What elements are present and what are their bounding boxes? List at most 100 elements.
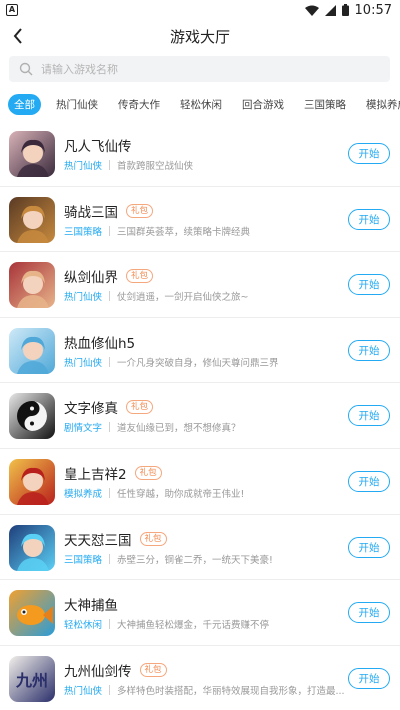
game-name: 大神捕鱼 bbox=[64, 598, 118, 615]
xian-girl-icon bbox=[9, 131, 55, 177]
game-name: 纵剑仙界 bbox=[64, 270, 118, 287]
game-name: 骑战三国 bbox=[64, 204, 118, 221]
start-button[interactable]: 开始 bbox=[348, 274, 390, 296]
gift-badge: 礼包 bbox=[126, 400, 154, 415]
gift-badge: 礼包 bbox=[126, 203, 154, 218]
gift-badge: 礼包 bbox=[126, 269, 154, 284]
game-name: 凡人飞仙传 bbox=[64, 139, 132, 155]
game-category: 模拟养成 bbox=[64, 488, 103, 500]
game-category: 热门仙侠 bbox=[64, 292, 103, 304]
tab-three-kingdoms[interactable]: 三国策略 bbox=[304, 97, 346, 112]
anime-hero-icon bbox=[9, 524, 55, 571]
tab-casual[interactable]: 轻松休闲 bbox=[180, 97, 222, 112]
game-name: 热血修仙h5 bbox=[64, 335, 136, 352]
start-button[interactable]: 开始 bbox=[348, 143, 390, 164]
start-button[interactable]: 开始 bbox=[348, 470, 390, 492]
game-row[interactable]: 热血修仙h5 热门仙侠 一介凡身突破自身，修仙天尊问鼎三界 开始 bbox=[0, 318, 400, 384]
game-description: 多样特色时装搭配，华丽特效展现自我形象，打造最... bbox=[117, 685, 345, 697]
status-time: 10:57 bbox=[354, 2, 392, 18]
game-row[interactable]: 骑战三国 礼包 三国策略 三国群英荟萃，续策略卡牌经典 开始 bbox=[0, 187, 400, 253]
start-button[interactable]: 开始 bbox=[348, 536, 390, 558]
tab-simulation[interactable]: 模拟养成 bbox=[366, 97, 400, 112]
tab-legend[interactable]: 传奇大作 bbox=[118, 97, 160, 112]
status-bar: A 10:57 bbox=[0, 0, 400, 20]
divider bbox=[109, 553, 111, 564]
chevron-left-icon bbox=[13, 28, 22, 44]
tab-hot-xianxia[interactable]: 热门仙侠 bbox=[56, 97, 98, 112]
page-title: 游戏大厅 bbox=[169, 27, 230, 46]
start-button[interactable]: 开始 bbox=[348, 602, 390, 624]
game-icon bbox=[9, 262, 55, 309]
gift-badge: 礼包 bbox=[134, 465, 162, 480]
game-icon bbox=[9, 131, 55, 177]
game-category: 热门仙侠 bbox=[64, 357, 103, 369]
game-description: 道友仙缘已到，想不想修真？ bbox=[117, 423, 241, 435]
divider bbox=[109, 225, 111, 236]
header: 游戏大厅 bbox=[0, 20, 400, 52]
game-row[interactable]: 文字修真 礼包 剧情文字 道友仙缘已到，想不想修真？ 开始 bbox=[0, 383, 400, 449]
game-row[interactable]: 皇上吉祥2 礼包 模拟养成 任性穿越，助你成就帝王伟业! 开始 bbox=[0, 449, 400, 515]
game-icon bbox=[9, 393, 55, 440]
game-category: 轻松休闲 bbox=[64, 620, 103, 632]
game-icon bbox=[9, 196, 55, 243]
start-button[interactable]: 开始 bbox=[348, 339, 390, 361]
game-description: 三国群英荟萃，续策略卡牌经典 bbox=[117, 226, 251, 238]
goldfish-icon bbox=[9, 590, 55, 637]
divider bbox=[109, 619, 111, 630]
game-description: 赤壁三分，铜雀二乔，一统天下美豪! bbox=[117, 554, 273, 566]
sword-fairy-icon bbox=[9, 262, 55, 309]
game-row[interactable]: 九州 九州仙剑传 礼包 热门仙侠 多样特色时装搭配，华丽特效展现自我形象，打造最..… bbox=[0, 646, 400, 710]
start-button[interactable]: 开始 bbox=[348, 405, 390, 427]
game-name: 九州仙剑传 bbox=[64, 663, 132, 680]
game-icon bbox=[9, 524, 55, 571]
game-description: 首款跨服空战仙侠 bbox=[117, 161, 194, 172]
game-description: 任性穿越，助你成就帝王伟业! bbox=[117, 488, 245, 500]
game-icon bbox=[9, 327, 55, 374]
divider bbox=[109, 684, 111, 695]
emperor-icon bbox=[9, 458, 55, 505]
game-category: 三国策略 bbox=[64, 226, 103, 238]
battery-icon bbox=[341, 4, 349, 16]
warrior-icon bbox=[9, 196, 55, 243]
game-row[interactable]: 大神捕鱼 轻松休闲 大神捕鱼轻松爆金，千元话费赚不停 开始 bbox=[0, 580, 400, 646]
divider bbox=[109, 356, 111, 367]
game-name: 天天怼三国 bbox=[64, 532, 132, 549]
game-category: 剧情文字 bbox=[64, 423, 103, 435]
tab-all[interactable]: 全部 bbox=[8, 93, 41, 115]
gift-badge: 礼包 bbox=[139, 531, 167, 546]
game-description: 仗剑逍遥，一剑开启仙侠之旅~ bbox=[117, 292, 249, 304]
game-icon bbox=[9, 590, 55, 637]
divider bbox=[109, 160, 111, 170]
game-name: 皇上吉祥2 bbox=[64, 466, 127, 483]
divider bbox=[109, 422, 111, 433]
game-category: 热门仙侠 bbox=[64, 685, 103, 697]
signal-icon bbox=[324, 4, 336, 16]
game-icon: 九州 bbox=[9, 655, 55, 702]
divider bbox=[109, 291, 111, 302]
game-row[interactable]: 纵剑仙界 礼包 热门仙侠 仗剑逍遥，一剑开启仙侠之旅~ 开始 bbox=[0, 252, 400, 318]
back-button[interactable] bbox=[6, 24, 30, 48]
jiuzhou-logo-icon: 九州 bbox=[9, 655, 55, 702]
game-row[interactable]: 凡人飞仙传 热门仙侠 首款跨服空战仙侠 开始 bbox=[0, 121, 400, 187]
svg-text:九州: 九州 bbox=[15, 671, 48, 690]
search-input[interactable] bbox=[41, 62, 361, 76]
category-tabs: 全部 热门仙侠 传奇大作 轻松休闲 回合游戏 三国策略 模拟养成 bbox=[0, 93, 400, 115]
game-row[interactable]: 天天怼三国 礼包 三国策略 赤壁三分，铜雀二乔，一统天下美豪! 开始 bbox=[0, 515, 400, 581]
game-name: 文字修真 bbox=[64, 401, 118, 418]
game-list: 凡人飞仙传 热门仙侠 首款跨服空战仙侠 开始 骑战三国 礼包 三国策略 三国群英荟萃，… bbox=[0, 121, 400, 710]
game-icon bbox=[9, 458, 55, 505]
wifi-icon bbox=[304, 5, 319, 16]
xian-calligraphy-icon bbox=[9, 327, 55, 374]
app-notification-icon: A bbox=[6, 4, 18, 16]
start-button[interactable]: 开始 bbox=[348, 208, 390, 230]
game-description: 大神捕鱼轻松爆金，千元话费赚不停 bbox=[117, 620, 270, 632]
tab-turn-based[interactable]: 回合游戏 bbox=[242, 97, 284, 112]
game-description: 一介凡身突破自身，修仙天尊问鼎三界 bbox=[117, 357, 279, 369]
game-category: 热门仙侠 bbox=[64, 161, 103, 172]
gift-badge: 礼包 bbox=[139, 662, 167, 677]
yinyang-icon bbox=[9, 393, 55, 440]
search-bar[interactable] bbox=[9, 56, 390, 82]
search-icon bbox=[19, 62, 33, 76]
game-category: 三国策略 bbox=[64, 554, 103, 566]
start-button[interactable]: 开始 bbox=[348, 667, 390, 689]
